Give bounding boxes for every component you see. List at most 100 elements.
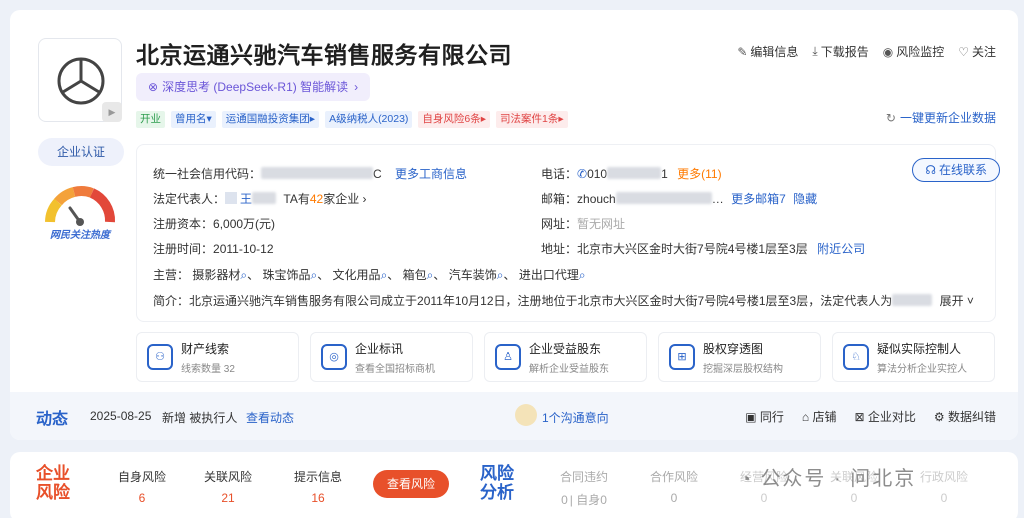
- search-icon[interactable]: ⌕: [497, 268, 504, 282]
- risk-stat-value: 16: [311, 491, 325, 505]
- wechat-icon: ◔: [740, 469, 753, 489]
- eye-icon: ◉: [882, 44, 894, 59]
- risk-stat-self[interactable]: 自身风险 6: [114, 468, 170, 505]
- view-risk-button[interactable]: 查看风险: [373, 470, 450, 498]
- risk-title-line2: 风险: [36, 483, 70, 502]
- hide-email-link[interactable]: 隐藏: [793, 192, 817, 206]
- report-error-button[interactable]: ⚙ 数据纠错: [934, 408, 996, 425]
- view-dynamics-link[interactable]: 查看动态: [246, 409, 294, 426]
- business-item[interactable]: 进出口代理: [519, 268, 579, 282]
- play-icon[interactable]: ▶: [102, 102, 122, 122]
- refresh-data-button[interactable]: ↻ 一键更新企业数据: [886, 109, 996, 126]
- shareholder-icon: ♙: [495, 344, 521, 370]
- company-verify-button[interactable]: 企业认证: [38, 138, 124, 166]
- chevron-right-icon: ›: [359, 192, 367, 206]
- header-actions: ✎ 编辑信息 ⤓ 下载报告 ◉ 风险监控 ♡ 关注: [737, 43, 996, 60]
- tag-taxpayer[interactable]: A级纳税人(2023): [325, 111, 413, 128]
- legal-rep-count[interactable]: 42: [310, 192, 323, 206]
- correct-icon: ⚙: [933, 410, 948, 424]
- watermark-text: 公众号 · 问北京: [760, 468, 917, 490]
- feature-card-bid[interactable]: ◎ 企业标讯 查看全国招标商机: [310, 332, 473, 382]
- edit-label: 编辑信息: [750, 45, 799, 59]
- feature-sub: 线索数量 32: [181, 363, 235, 375]
- legal-rep-row: 法定代表人： 王 TA有42家企业 ›: [153, 190, 367, 207]
- address-label: 地址：: [541, 242, 578, 256]
- nearby-company-link[interactable]: 附近公司: [817, 242, 865, 256]
- business-row: 主营： 摄影器材⌕、 珠宝饰品⌕、 文化用品⌕、 箱包⌕、 汽车装饰⌕、 进出口…: [153, 268, 586, 282]
- feature-card-controller[interactable]: ♘ 疑似实际控制人 算法分析企业实控人: [832, 332, 995, 382]
- business-item[interactable]: 文化用品: [333, 268, 381, 282]
- expand-button[interactable]: 展开: [940, 294, 964, 308]
- online-contact-button[interactable]: ☊ 在线联系: [912, 158, 1000, 182]
- chevron-down-icon[interactable]: ˅: [964, 294, 974, 308]
- shop-button[interactable]: ⌂ 店铺: [802, 408, 837, 425]
- legal-rep-ta: TA有: [283, 192, 310, 206]
- reg-time-value: 2011-10-12: [213, 242, 274, 256]
- search-icon[interactable]: ⌕: [310, 268, 317, 282]
- intro-text: 北京运通兴驰汽车销售服务有限公司成立于2011年10月12日，注册地位于北京市大…: [189, 294, 893, 308]
- legal-rep-name[interactable]: 王: [240, 192, 252, 206]
- capital-row: 注册资本：6,000万(元): [153, 215, 275, 232]
- analysis-contract[interactable]: 合同违约 0 | 自身0: [552, 468, 616, 508]
- feature-card-property[interactable]: ⚇ 财产线索 线索数量 32: [136, 332, 299, 382]
- more-business-link[interactable]: 更多工商信息: [395, 167, 467, 181]
- tag-self-risk[interactable]: 自身风险6条▸: [418, 111, 491, 128]
- download-report-button[interactable]: ⤓ 下载报告: [812, 43, 868, 60]
- follow-button[interactable]: ♡ 关注: [958, 43, 996, 60]
- tag-judicial[interactable]: 司法案件1条▸: [496, 111, 568, 128]
- search-icon[interactable]: ⌕: [427, 268, 434, 282]
- business-item[interactable]: 摄影器材: [192, 268, 240, 282]
- risk-monitor-button[interactable]: ◉ 风险监控: [883, 43, 945, 60]
- company-info-panel: 统一社会信用代码： C 更多工商信息 法定代表人： 王 TA有42家企业 › 注册资…: [136, 144, 996, 322]
- chevron-right-icon: ›: [354, 80, 359, 94]
- tag-self-risk-label: 自身风险6条: [422, 113, 481, 125]
- search-icon[interactable]: ⌕: [240, 268, 247, 282]
- risk-stat-value: 21: [221, 491, 235, 505]
- edit-info-button[interactable]: ✎ 编辑信息: [737, 43, 798, 60]
- ai-insight-button[interactable]: ⊗ 深度思考 (DeepSeek-R1) 智能解读 ›: [136, 73, 371, 101]
- tag-status[interactable]: 开业: [136, 111, 165, 128]
- company-logo[interactable]: ▶: [38, 38, 122, 122]
- analysis-value: 0: [760, 491, 768, 505]
- company-header-card: ▶ 企业认证 网民关注热度 北京运通兴驰汽车销售服务有限公司 ⊗ 深度思考 (De…: [10, 10, 1018, 440]
- online-contact-label: 在线联系: [938, 163, 987, 177]
- analysis-cooperation[interactable]: 合作风险 0: [642, 468, 706, 505]
- compare-button[interactable]: ⊠ 企业对比: [854, 408, 915, 425]
- business-item[interactable]: 汽车装饰: [449, 268, 497, 282]
- email-label: 邮箱：: [541, 192, 578, 206]
- compare-label: 企业对比: [867, 410, 916, 424]
- tag-former-name-label: 曾用名: [175, 113, 207, 125]
- phone-icon: ✆: [577, 167, 588, 181]
- business-item[interactable]: 箱包: [403, 268, 427, 282]
- risk-stat-related[interactable]: 关联风险 21: [200, 468, 256, 505]
- risk-stat-notice[interactable]: 提示信息 16: [290, 468, 346, 505]
- bid-icon: ◎: [321, 344, 347, 370]
- website-label: 网址：: [541, 217, 578, 231]
- tag-group[interactable]: 运通国融投资集团▸: [221, 111, 320, 128]
- feature-card-equity[interactable]: ⊞ 股权穿透图 挖掘深层股权结构: [658, 332, 821, 382]
- risk-stat-label: 自身风险: [117, 470, 166, 484]
- feature-card-shareholder[interactable]: ♙ 企业受益股东 解析企业受益股东: [484, 332, 647, 382]
- search-icon[interactable]: ⌕: [579, 268, 586, 282]
- chat-intent-link[interactable]: 1个沟通意向: [542, 409, 609, 426]
- compare-icon: ⊠: [854, 410, 868, 424]
- monitor-label: 风险监控: [896, 45, 945, 59]
- follow-label: 关注: [971, 45, 996, 59]
- tag-former-name[interactable]: 曾用名▾: [171, 111, 216, 128]
- peer-button[interactable]: ▣ 同行: [745, 408, 784, 425]
- report-error-label: 数据纠错: [947, 410, 996, 424]
- analysis-value: 0: [850, 491, 858, 505]
- dynamics-date: 2025-08-25: [90, 409, 152, 423]
- edit-icon: ✎: [737, 44, 748, 59]
- feature-title: 企业标讯: [355, 341, 404, 356]
- heart-icon: ♡: [958, 44, 969, 59]
- analysis-admin[interactable]: 行政风险 0: [912, 468, 976, 505]
- more-email-link[interactable]: 更多邮箱7: [731, 192, 786, 206]
- avatar: [515, 404, 537, 426]
- business-item[interactable]: 珠宝饰品: [262, 268, 310, 282]
- search-icon[interactable]: ⌕: [381, 268, 388, 282]
- more-phone-link[interactable]: 更多(11): [677, 167, 721, 181]
- credit-code-label: 统一社会信用代码：: [153, 167, 262, 181]
- analysis-value: 0: [561, 493, 568, 507]
- attention-gauge[interactable]: [44, 182, 116, 228]
